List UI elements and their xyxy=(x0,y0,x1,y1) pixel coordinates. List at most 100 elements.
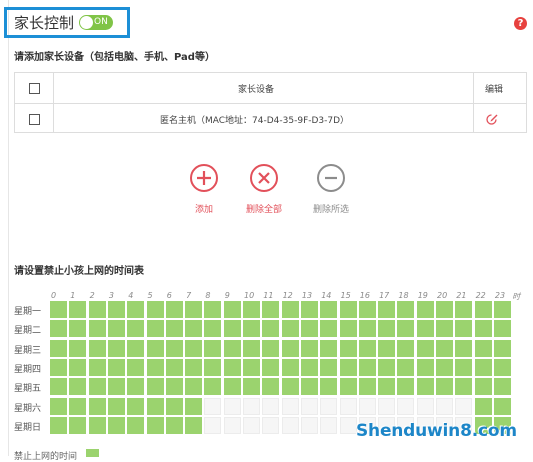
schedule-cell[interactable] xyxy=(107,301,125,318)
schedule-cell[interactable] xyxy=(107,397,125,415)
schedule-cell[interactable] xyxy=(146,320,164,338)
schedule-cell[interactable] xyxy=(320,320,338,338)
schedule-cell[interactable] xyxy=(204,320,222,338)
schedule-cell[interactable] xyxy=(474,397,492,415)
schedule-cell[interactable] xyxy=(107,339,125,357)
schedule-cell[interactable] xyxy=(493,378,511,396)
schedule-cell[interactable] xyxy=(127,397,145,415)
schedule-cell[interactable] xyxy=(378,378,396,396)
schedule-cell[interactable] xyxy=(474,301,492,318)
schedule-cell[interactable] xyxy=(358,301,376,318)
schedule-cell[interactable] xyxy=(146,339,164,357)
schedule-cell[interactable] xyxy=(50,301,67,318)
schedule-cell[interactable] xyxy=(223,378,241,396)
schedule-cell[interactable] xyxy=(185,358,203,376)
schedule-cell[interactable] xyxy=(358,320,376,338)
schedule-cell[interactable] xyxy=(243,339,260,357)
schedule-cell[interactable] xyxy=(88,301,106,318)
schedule-cell[interactable] xyxy=(127,378,145,396)
schedule-cell[interactable] xyxy=(243,320,260,338)
schedule-cell[interactable] xyxy=(262,397,280,415)
schedule-cell[interactable] xyxy=(185,320,203,338)
schedule-cell[interactable] xyxy=(339,378,357,396)
schedule-cell[interactable] xyxy=(378,339,396,357)
schedule-cell[interactable] xyxy=(262,301,280,318)
schedule-cell[interactable] xyxy=(88,339,106,357)
schedule-cell[interactable] xyxy=(397,397,415,415)
schedule-cell[interactable] xyxy=(320,397,338,415)
schedule-cell[interactable] xyxy=(204,358,222,376)
schedule-cell[interactable] xyxy=(185,301,203,318)
schedule-cell[interactable] xyxy=(223,416,241,434)
schedule-cell[interactable] xyxy=(436,378,453,396)
schedule-cell[interactable] xyxy=(243,378,260,396)
schedule-cell[interactable] xyxy=(378,397,396,415)
schedule-cell[interactable] xyxy=(165,397,183,415)
schedule-cell[interactable] xyxy=(339,339,357,357)
schedule-cell[interactable] xyxy=(127,320,145,338)
schedule-cell[interactable] xyxy=(107,358,125,376)
schedule-cell[interactable] xyxy=(397,378,415,396)
schedule-cell[interactable] xyxy=(127,358,145,376)
schedule-cell[interactable] xyxy=(281,416,299,434)
schedule-cell[interactable] xyxy=(204,416,222,434)
schedule-cell[interactable] xyxy=(358,339,376,357)
schedule-cell[interactable] xyxy=(165,358,183,376)
row-checkbox[interactable] xyxy=(29,114,40,125)
schedule-cell[interactable] xyxy=(339,397,357,415)
schedule-cell[interactable] xyxy=(300,301,318,318)
schedule-cell[interactable] xyxy=(300,397,318,415)
schedule-cell[interactable] xyxy=(455,320,473,338)
schedule-cell[interactable] xyxy=(185,416,203,434)
schedule-cell[interactable] xyxy=(300,339,318,357)
schedule-cell[interactable] xyxy=(320,339,338,357)
schedule-cell[interactable] xyxy=(223,397,241,415)
schedule-cell[interactable] xyxy=(281,320,299,338)
schedule-cell[interactable] xyxy=(339,358,357,376)
schedule-cell[interactable] xyxy=(416,358,434,376)
schedule-cell[interactable] xyxy=(88,320,106,338)
schedule-cell[interactable] xyxy=(455,339,473,357)
schedule-cell[interactable] xyxy=(493,301,511,318)
schedule-cell[interactable] xyxy=(262,416,280,434)
schedule-cell[interactable] xyxy=(223,301,241,318)
schedule-cell[interactable] xyxy=(50,320,67,338)
schedule-cell[interactable] xyxy=(262,358,280,376)
schedule-cell[interactable] xyxy=(50,416,67,434)
schedule-cell[interactable] xyxy=(474,378,492,396)
schedule-cell[interactable] xyxy=(300,320,318,338)
schedule-cell[interactable] xyxy=(378,358,396,376)
schedule-cell[interactable] xyxy=(185,378,203,396)
schedule-cell[interactable] xyxy=(50,358,67,376)
schedule-cell[interactable] xyxy=(339,320,357,338)
schedule-cell[interactable] xyxy=(416,301,434,318)
schedule-cell[interactable] xyxy=(223,320,241,338)
schedule-cell[interactable] xyxy=(146,378,164,396)
schedule-cell[interactable] xyxy=(204,378,222,396)
schedule-cell[interactable] xyxy=(320,358,338,376)
schedule-cell[interactable] xyxy=(416,378,434,396)
schedule-cell[interactable] xyxy=(397,320,415,338)
schedule-cell[interactable] xyxy=(320,301,338,318)
schedule-cell[interactable] xyxy=(281,339,299,357)
schedule-cell[interactable] xyxy=(262,320,280,338)
schedule-cell[interactable] xyxy=(281,397,299,415)
schedule-cell[interactable] xyxy=(262,339,280,357)
select-all-checkbox[interactable] xyxy=(29,83,40,94)
schedule-cell[interactable] xyxy=(165,416,183,434)
schedule-cell[interactable] xyxy=(378,301,396,318)
schedule-cell[interactable] xyxy=(204,301,222,318)
schedule-cell[interactable] xyxy=(165,320,183,338)
schedule-cell[interactable] xyxy=(436,397,453,415)
schedule-cell[interactable] xyxy=(127,301,145,318)
schedule-cell[interactable] xyxy=(88,416,106,434)
schedule-cell[interactable] xyxy=(127,416,145,434)
schedule-cell[interactable] xyxy=(339,301,357,318)
schedule-cell[interactable] xyxy=(165,339,183,357)
schedule-cell[interactable] xyxy=(69,320,87,338)
schedule-cell[interactable] xyxy=(127,339,145,357)
schedule-cell[interactable] xyxy=(146,416,164,434)
parental-control-toggle[interactable]: ON xyxy=(79,15,113,30)
schedule-cell[interactable] xyxy=(436,320,453,338)
schedule-cell[interactable] xyxy=(455,301,473,318)
